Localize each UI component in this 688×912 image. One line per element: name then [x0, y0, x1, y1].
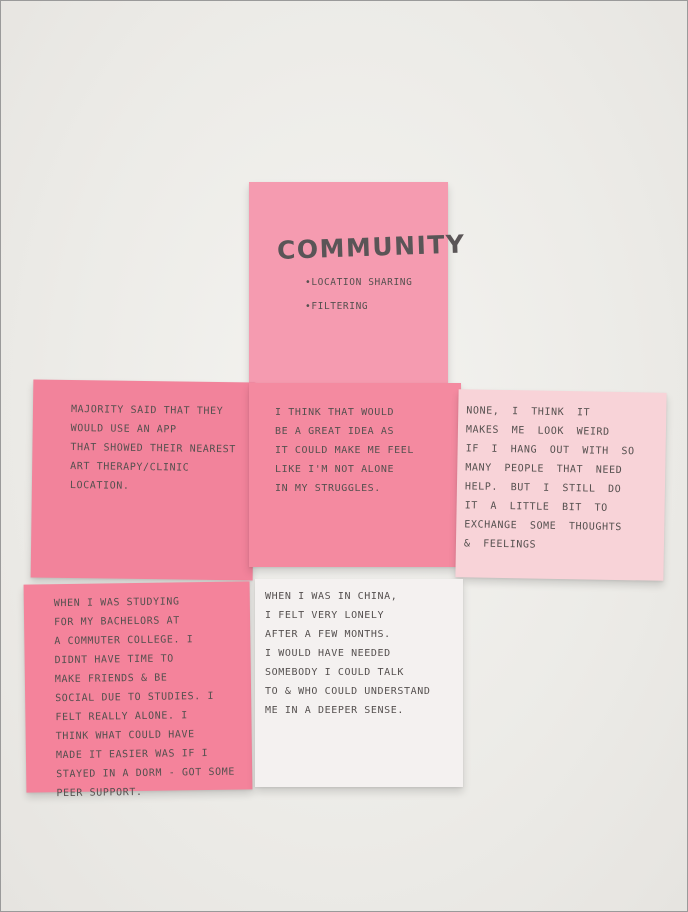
note-line: ME IN A DEEPER SENSE. — [265, 705, 405, 716]
note-line: I WOULD HAVE NEEDED — [265, 648, 391, 659]
note-line: FOR MY BACHELORS AT — [54, 615, 180, 629]
note-line: A COMMUTER COLLEGE. I — [54, 634, 194, 648]
note-line: I THINK THAT WOULD — [275, 407, 395, 418]
sticky-note-majority: MAJORITY SAID THAT THEY WOULD USE AN APP… — [30, 379, 256, 581]
sticky-note-studying: WHEN I WAS STUDYING FOR MY BACHELORS AT … — [23, 581, 253, 799]
note-line: I FELT VERY LONELY — [265, 610, 385, 621]
bullet-location-sharing: LOCATION SHARING — [305, 271, 448, 295]
bullet-filtering: FILTERING — [305, 295, 448, 319]
note-line: IN MY STRUGGLES. — [275, 483, 381, 494]
note-line: WHEN I WAS IN CHINA, — [265, 591, 398, 602]
note-line: BE A GREAT IDEA AS — [275, 426, 395, 437]
sticky-note-none: NONE, I THINK IT MAKES ME LOOK WEIRD IF … — [455, 389, 667, 581]
note-line: SOCIAL DUE TO STUDIES. I — [55, 690, 215, 705]
note-line: WHEN I WAS STUDYING — [53, 596, 180, 610]
note-line: PEER SUPPORT. — [56, 786, 143, 800]
note-line: LIKE I'M NOT ALONE — [275, 464, 395, 475]
note-line: TO & WHO COULD UNDERSTAND — [265, 686, 431, 697]
note-line: ART THERAPY/CLINIC LOCATION. — [69, 460, 190, 492]
note-line: FELT REALLY ALONE. I — [55, 710, 188, 724]
sticky-note-community: COMMUNITY LOCATION SHARING FILTERING — [249, 182, 466, 383]
note-line: WOULD USE AN APP — [70, 422, 177, 436]
note-line: THINK WHAT COULD HAVE — [55, 729, 195, 743]
note-line: MADE IT EASIER WAS IF I — [55, 748, 209, 762]
note-line: SOMEBODY I COULD TALK — [265, 667, 405, 678]
note-line: AFTER A FEW MONTHS. — [265, 629, 391, 640]
note-line: THAT SHOWED THEIR NEAREST — [70, 441, 237, 456]
sticky-note-china: WHEN I WAS IN CHINA, I FELT VERY LONELY … — [255, 579, 463, 787]
note-line: DIDNT HAVE TIME TO — [54, 653, 174, 667]
note-title: COMMUNITY — [276, 229, 466, 265]
note-line: MAKE FRIENDS & BE — [54, 672, 168, 686]
sticky-note-great-idea: I THINK THAT WOULD BE A GREAT IDEA AS IT… — [249, 383, 461, 567]
note-line: MAJORITY SAID THAT THEY — [70, 403, 224, 418]
wall-photo: COMMUNITY LOCATION SHARING FILTERING MAJ… — [0, 0, 688, 912]
note-line: & FEELINGS — [463, 538, 537, 551]
bullet-list: LOCATION SHARING FILTERING — [305, 271, 448, 319]
note-line: IT COULD MAKE ME FEEL — [275, 445, 415, 456]
note-line: STAYED IN A DORM - GOT SOME — [56, 766, 236, 781]
